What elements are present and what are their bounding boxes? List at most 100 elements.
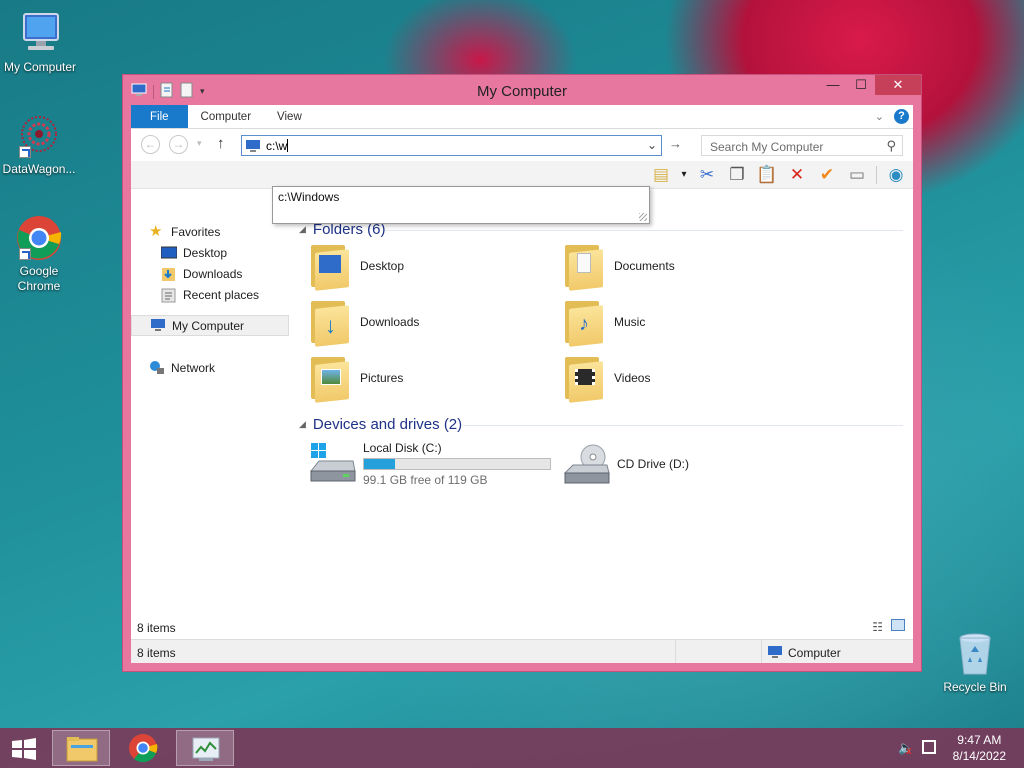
start-button[interactable]	[10, 738, 38, 760]
recent-locations-chevron-icon[interactable]: ▾	[197, 138, 202, 149]
tab-view[interactable]: View	[264, 105, 315, 128]
task-manager-icon	[192, 737, 220, 761]
sidebar-item-label: Recent places	[183, 287, 260, 302]
rename-icon[interactable]: ▭	[846, 164, 868, 186]
collapse-triangle-icon[interactable]: ◢	[299, 419, 306, 430]
back-button[interactable]: ←	[141, 135, 160, 154]
go-arrow-icon[interactable]: →	[669, 136, 682, 151]
address-autocomplete: c:\Windows	[272, 186, 650, 224]
sidebar-item-downloads[interactable]: Downloads	[131, 263, 289, 284]
chrome-icon	[129, 734, 158, 763]
group-title: Devices and drives (2)	[312, 416, 463, 433]
tab-computer[interactable]: Computer	[188, 105, 265, 128]
chrome-icon	[15, 214, 63, 262]
folder-music[interactable]: ♪ Music	[563, 297, 813, 347]
folder-videos[interactable]: Videos	[563, 353, 813, 403]
globe-icon[interactable]: ◉	[885, 164, 907, 186]
windows-logo-icon	[12, 738, 36, 760]
clock[interactable]: 9:47 AM 8/14/2022	[953, 732, 1006, 764]
content-pane: ◢ Folders (6) Desktop Documents ↓ Downlo…	[293, 221, 911, 615]
datawagon-icon	[15, 112, 63, 160]
desktop-icon-my-computer[interactable]: My Computer	[0, 10, 80, 75]
sidebar-item-label: Network	[171, 360, 216, 375]
drive-free-space: 99.1 GB free of 119 GB	[363, 473, 488, 487]
close-button[interactable]: ✕	[875, 75, 921, 95]
details-bar: 8 items Computer	[131, 639, 913, 663]
sidebar-item-network[interactable]: Network	[131, 357, 289, 378]
folder-pictures[interactable]: Pictures	[309, 353, 559, 403]
help-icon[interactable]: ?	[894, 109, 909, 124]
maximize-button[interactable]: ☐	[847, 75, 875, 95]
title-bar[interactable]: ▾ My Computer — ☐ ✕	[123, 75, 921, 105]
paste-icon[interactable]: 📋	[756, 164, 778, 186]
search-input[interactable]: Search My Computer	[710, 140, 823, 154]
navigation-bar: ← → ▾ ↑ c:\w ⌄ → Search My Computer ⚲	[131, 129, 913, 161]
toolbar-dropdown-chevron-icon[interactable]: ▾	[680, 164, 688, 186]
music-folder-icon: ♪	[563, 299, 603, 347]
command-toolbar: ▤ ▾ ✂ ❐ 📋 ✕ ✔ ▭ ◉	[131, 161, 913, 189]
status-bar: 8 items ☷	[131, 615, 913, 639]
copy-icon[interactable]: ❐	[726, 164, 748, 186]
window-controls: — ☐ ✕	[819, 75, 921, 95]
collapse-triangle-icon[interactable]: ◢	[299, 224, 306, 235]
desktop-icon	[160, 245, 178, 261]
taskbar-file-explorer[interactable]	[52, 730, 110, 766]
desktop-icon-google-chrome[interactable]: Google Chrome	[0, 214, 79, 294]
sidebar-item-desktop[interactable]: Desktop	[131, 242, 289, 263]
search-box[interactable]: Search My Computer ⚲	[701, 135, 903, 156]
expand-ribbon-chevron-icon[interactable]: ⌄	[875, 110, 884, 123]
star-icon: ★	[149, 222, 163, 240]
network-tray-icon[interactable]	[922, 740, 936, 754]
shortcut-arrow-icon	[19, 248, 31, 260]
taskbar-task-manager[interactable]	[176, 730, 234, 766]
cut-icon[interactable]: ✂	[696, 164, 718, 186]
desktop-icon-recycle-bin[interactable]: Recycle Bin	[935, 630, 1015, 695]
folder-desktop[interactable]: Desktop	[309, 241, 559, 291]
forward-button[interactable]: →	[169, 135, 188, 154]
cd-drive-icon	[563, 443, 611, 487]
videos-folder-icon	[563, 355, 603, 403]
computer-icon	[150, 318, 166, 334]
folder-downloads[interactable]: ↓ Downloads	[309, 297, 559, 347]
large-icons-view-icon[interactable]	[891, 619, 905, 631]
tab-file[interactable]: File	[131, 105, 188, 128]
desktop-icon-label: Google Chrome	[17, 264, 61, 293]
taskbar: 🔈 x 9:47 AM 8/14/2022	[0, 728, 1024, 768]
sidebar-item-label: Downloads	[183, 266, 243, 281]
details-view-icon[interactable]: ☷	[872, 620, 883, 634]
minimize-button[interactable]: —	[819, 75, 847, 95]
details-item-count: 8 items	[137, 646, 176, 660]
checkmark-icon[interactable]: ✔	[816, 164, 838, 186]
delete-icon[interactable]: ✕	[786, 164, 808, 186]
folder-options-icon[interactable]: ▤	[650, 164, 672, 186]
downloads-folder-icon: ↓	[309, 299, 349, 347]
sidebar-item-recent-places[interactable]: Recent places	[131, 284, 289, 305]
resize-grip-icon[interactable]	[639, 213, 647, 221]
desktop-icon-label: DataWagon...	[2, 162, 76, 176]
autocomplete-option[interactable]: c:\Windows	[273, 187, 649, 207]
status-item-count: 8 items	[137, 621, 176, 635]
sidebar-item-label: Favorites	[171, 224, 221, 239]
drive-usage-fill	[364, 459, 396, 469]
desktop-icon-datawagon[interactable]: DataWagon...	[0, 112, 79, 177]
address-bar[interactable]: c:\w ⌄	[241, 135, 662, 156]
drive-local-disk-c[interactable]: Local Disk (C:) 99.1 GB free of 119 GB	[309, 441, 551, 487]
clock-date: 8/14/2022	[952, 749, 1006, 763]
folder-documents[interactable]: Documents	[563, 241, 813, 291]
sidebar-item-label: Desktop	[183, 245, 228, 260]
search-icon[interactable]: ⚲	[886, 138, 896, 154]
sidebar-item-label: My Computer	[172, 318, 245, 333]
address-dropdown-chevron-icon[interactable]: ⌄	[647, 138, 657, 152]
sidebar-item-my-computer[interactable]: My Computer	[131, 315, 289, 336]
sidebar-item-favorites[interactable]: ★ Favorites	[131, 221, 289, 242]
documents-folder-icon	[563, 243, 603, 291]
devices-group-header[interactable]: ◢ Devices and drives (2)	[299, 416, 462, 433]
taskbar-chrome[interactable]	[114, 730, 172, 766]
shortcut-arrow-icon	[19, 146, 31, 158]
drive-cd-d[interactable]: CD Drive (D:)	[563, 443, 689, 487]
address-input[interactable]: c:\w	[266, 139, 287, 153]
drive-name: CD Drive (D:)	[617, 457, 689, 471]
drive-name: Local Disk (C:)	[363, 441, 442, 455]
details-location: Computer	[788, 646, 841, 660]
up-button[interactable]: ↑	[217, 135, 225, 152]
